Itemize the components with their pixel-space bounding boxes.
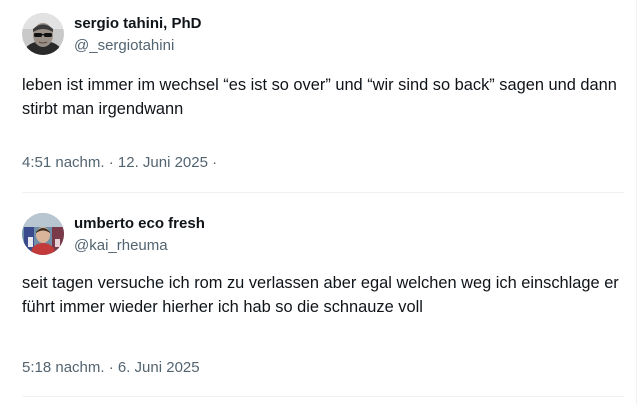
- tweet[interactable]: sergio tahini, PhD @_sergiotahini leben …: [0, 0, 640, 193]
- author-handle[interactable]: @kai_rheuma: [74, 237, 168, 254]
- avatar-umberto-image: [22, 213, 64, 255]
- avatar[interactable]: [22, 13, 64, 55]
- avatar[interactable]: [22, 213, 64, 255]
- tweet[interactable]: umberto eco fresh @kai_rheuma seit tagen…: [0, 193, 640, 405]
- divider: [22, 396, 624, 397]
- author-handle[interactable]: @_sergiotahini: [74, 37, 174, 54]
- tweet-timestamp[interactable]: 5:18 nachm. · 6. Juni 2025: [22, 359, 200, 376]
- tweet-text: leben ist immer im wechsel “es ist so ov…: [22, 76, 617, 118]
- author-name[interactable]: umberto eco fresh: [74, 215, 205, 232]
- avatar-sergio-image: [22, 13, 64, 55]
- author-name[interactable]: sergio tahini, PhD: [74, 15, 202, 32]
- tweet-text: seit tagen versuche ich rom zu verlassen…: [22, 274, 619, 316]
- tweet-timestamp[interactable]: 4:51 nachm. · 12. Juni 2025 ·: [22, 154, 217, 171]
